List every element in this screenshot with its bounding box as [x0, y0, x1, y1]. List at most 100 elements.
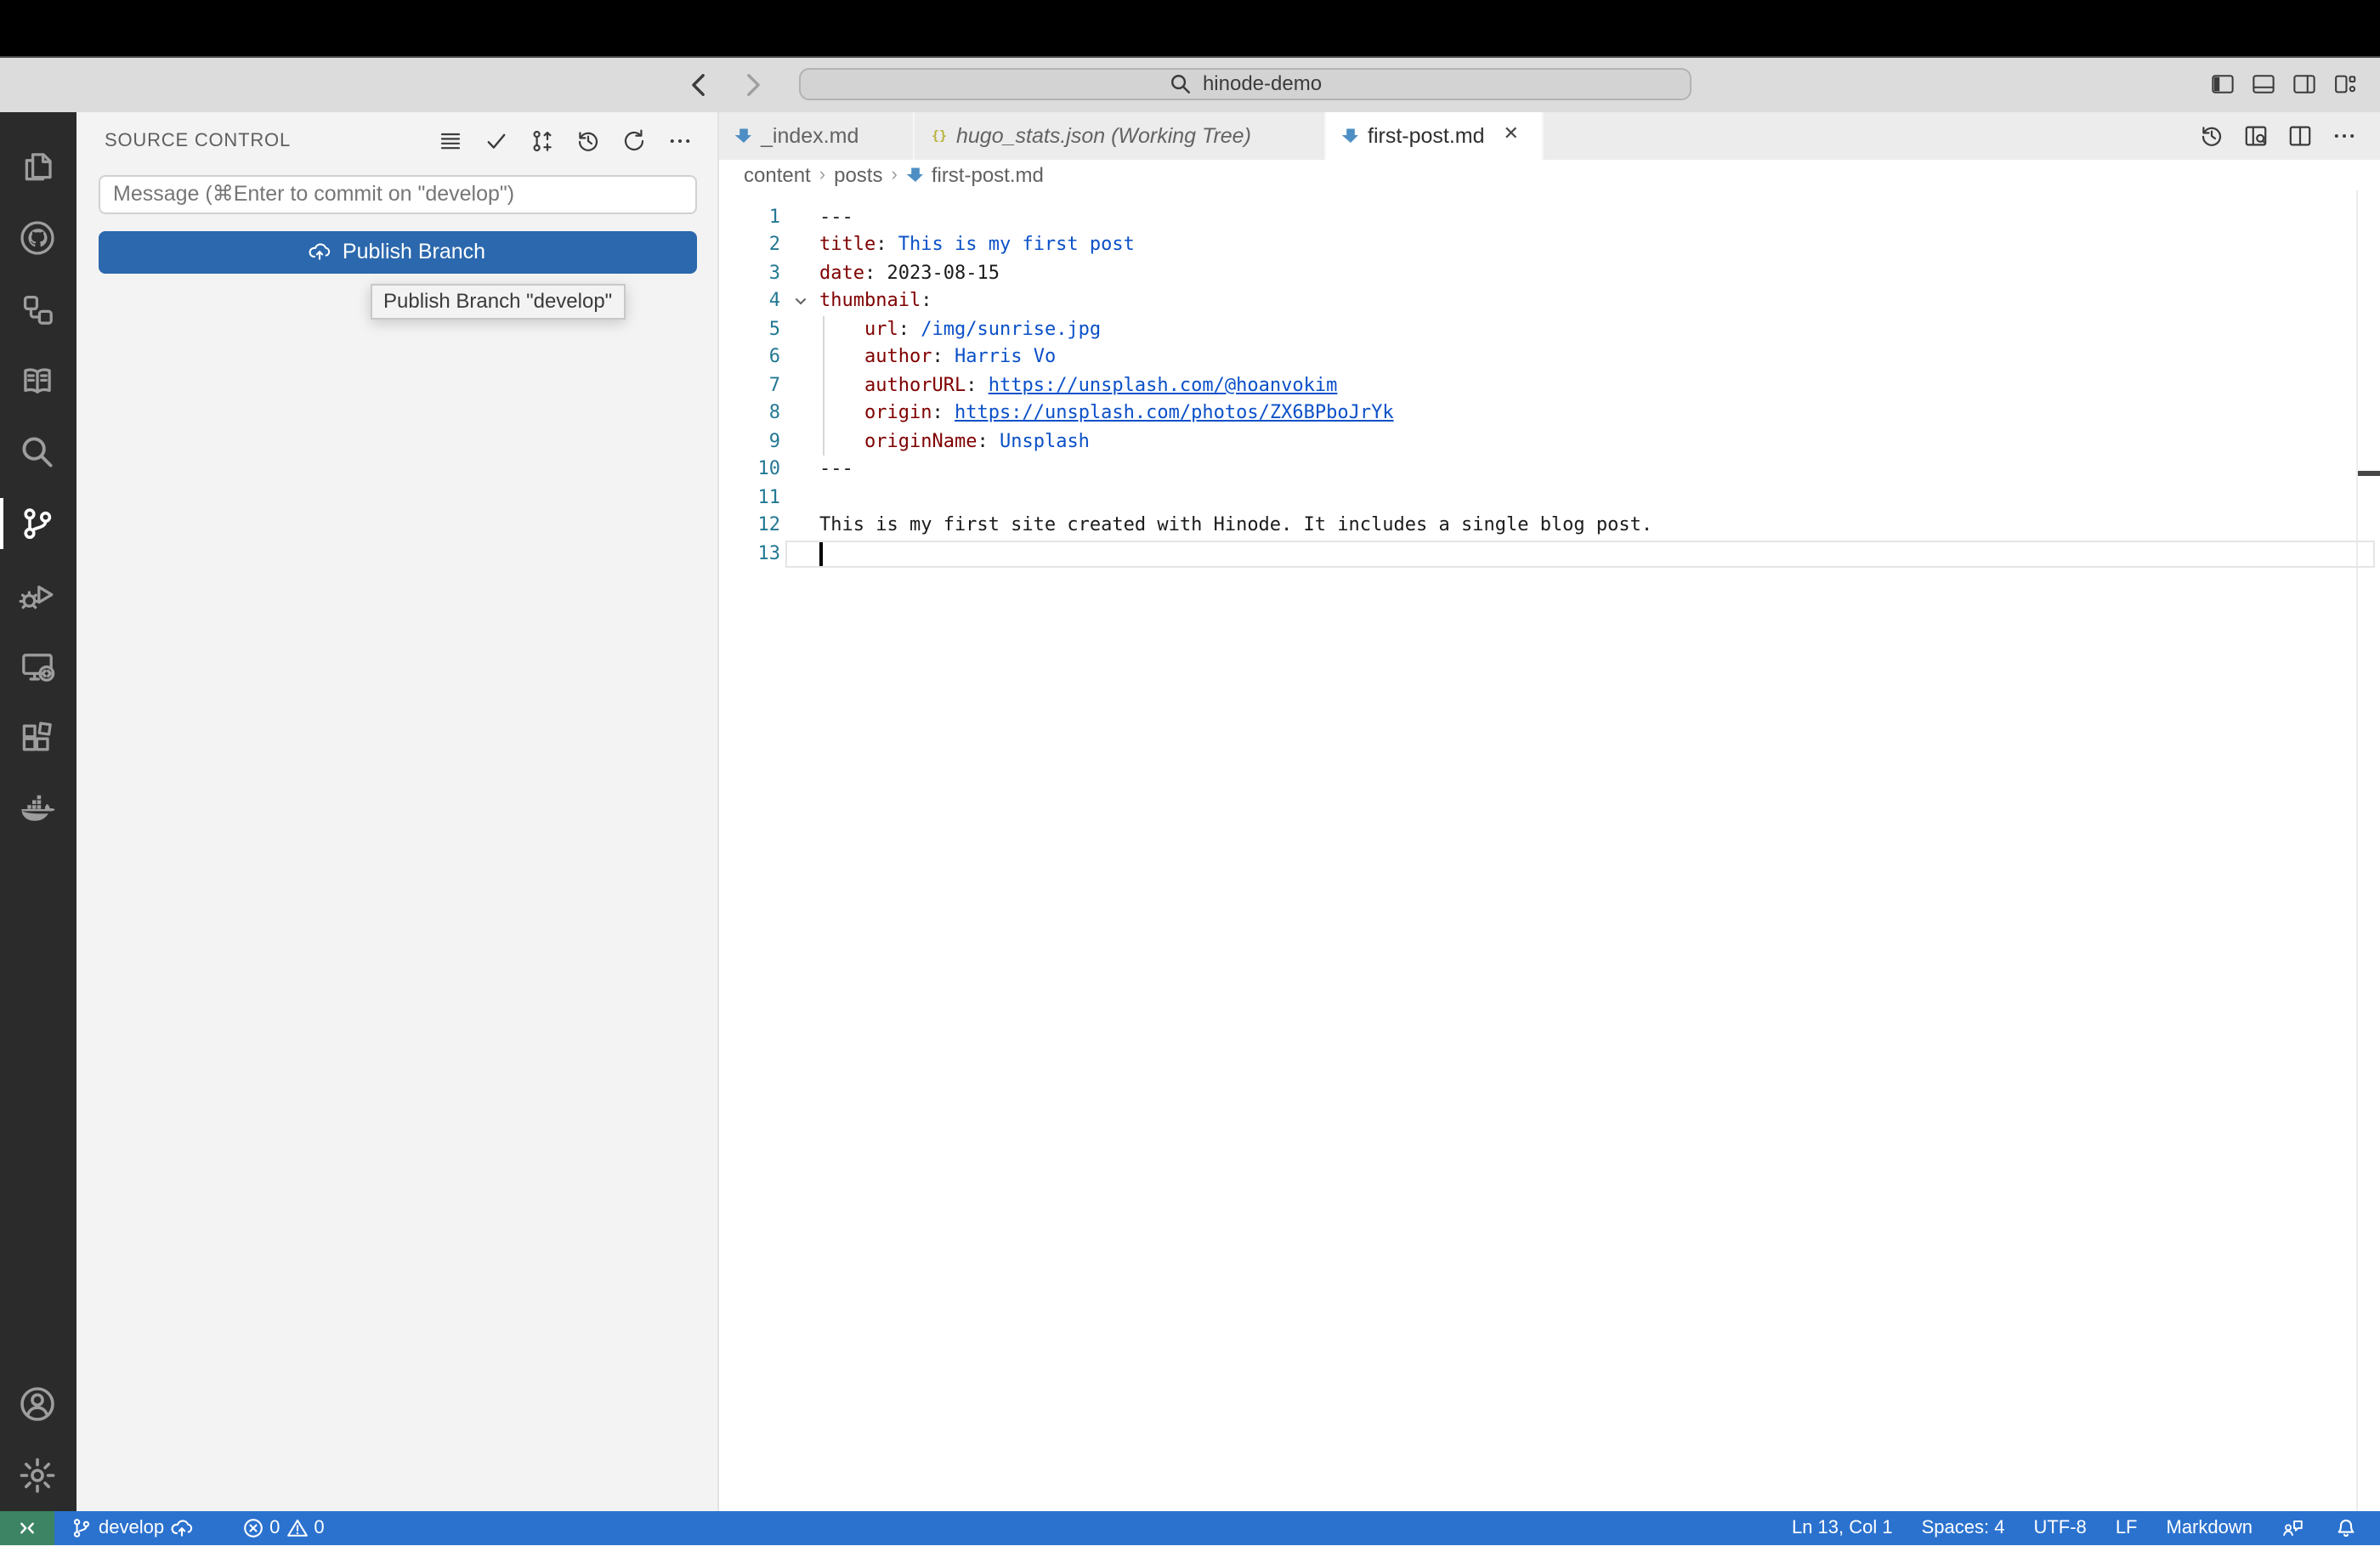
search-icon: [18, 431, 59, 472]
source-control-icon: [18, 502, 59, 543]
line-number: 11: [757, 485, 781, 507]
editor-action-more-icon[interactable]: [2331, 122, 2358, 149]
code-text: author: Harris Vo: [864, 345, 1057, 367]
status-indentation[interactable]: Spaces: 4: [1910, 1511, 2017, 1545]
status-feedback[interactable]: [2270, 1511, 2317, 1545]
workspace-title: hinode-demo: [1202, 71, 1323, 95]
layout-sidebar-right-icon[interactable]: [2292, 71, 2317, 97]
feedback-icon: [2281, 1516, 2305, 1540]
status-label: Ln 13, Col 1: [1791, 1518, 1893, 1538]
editor-tab-bar: _index.md {} hugo_stats.json (Working Tree…: [718, 111, 2380, 159]
code-text: url: /img/sunrise.jpg: [864, 317, 1102, 339]
activity-bar-item-search[interactable]: [0, 416, 76, 487]
line-number: 3: [768, 261, 780, 283]
code-text: thumbnail:: [819, 289, 932, 311]
activity-bar-item-extensions[interactable]: [0, 701, 76, 773]
references-icon: [18, 288, 59, 329]
activity-bar-item-accounts[interactable]: [0, 1368, 76, 1440]
commit-check-icon[interactable]: [482, 127, 509, 155]
command-center-search[interactable]: hinode-demo: [799, 67, 1692, 99]
editor-actions: [2198, 111, 2358, 159]
line-number: 6: [768, 345, 780, 367]
code-line-3: 3 date: 2023-08-15: [718, 259, 2380, 287]
activity-bar-item-docs[interactable]: [0, 344, 76, 416]
more-icon[interactable]: [666, 127, 693, 155]
view-as-list-icon[interactable]: [436, 127, 463, 155]
vscode-window: hinode-demo SOURCE CONTROL Publish Branc…: [0, 0, 2380, 1546]
layout-sidebar-left-icon[interactable]: [2210, 71, 2236, 97]
layout-controls: [2210, 71, 2358, 97]
history-icon[interactable]: [574, 127, 601, 155]
branch-create-icon[interactable]: [528, 127, 555, 155]
source-control-sidebar: SOURCE CONTROL Publish Branch Publish Br…: [76, 111, 718, 1511]
title-bar: hinode-demo: [0, 57, 2380, 111]
activity-bar-item-run-debug[interactable]: [0, 558, 76, 630]
breadcrumb-item-posts[interactable]: posts: [834, 162, 882, 186]
editor-action-open-preview-icon[interactable]: [2242, 122, 2270, 149]
publish-branch-tooltip: Publish Branch "develop": [370, 283, 626, 319]
fold-chevron-icon[interactable]: [780, 293, 819, 310]
line-number: 9: [768, 429, 780, 451]
code-text: authorURL: https://unsplash.com/@hoanvok…: [864, 373, 1338, 395]
activity-bar-item-github[interactable]: [0, 201, 76, 273]
code-text: origin: https://unsplash.com/photos/ZX6B…: [864, 401, 1394, 423]
status-cursor-position[interactable]: Ln 13, Col 1: [1780, 1511, 1905, 1545]
account-icon: [18, 1384, 59, 1424]
debug-icon: [18, 574, 59, 614]
status-notifications[interactable]: [2322, 1511, 2370, 1545]
text-cursor: [819, 541, 822, 565]
activity-bar-item-remote-explorer[interactable]: [0, 630, 76, 701]
code-line-13: 13: [718, 540, 2380, 568]
publish-branch-button[interactable]: Publish Branch: [98, 230, 696, 274]
line-number: 10: [757, 457, 781, 479]
activity-bar-item-settings[interactable]: [0, 1440, 76, 1511]
github-icon: [18, 217, 59, 258]
navigate-forward-button[interactable]: [738, 69, 768, 99]
source-control-toolbar: [436, 127, 693, 155]
macos-menubar-strip: [0, 0, 2380, 57]
editor-content[interactable]: 1 --- 2 title: This is my first post 3 date: …: [718, 190, 2380, 1511]
line-number: 7: [768, 373, 780, 395]
status-language-mode[interactable]: Markdown: [2155, 1511, 2265, 1545]
activity-bar-item-explorer[interactable]: [0, 130, 76, 201]
tab-label: hugo_stats.json (Working Tree): [956, 123, 1251, 147]
json-icon: {}: [929, 126, 948, 144]
status-bar-right: Ln 13, Col 1 Spaces: 4 UTF-8 LF Markdown: [1780, 1511, 2380, 1545]
breadcrumb-item-content[interactable]: content: [744, 162, 811, 186]
tab-first-post.md[interactable]: first-post.md ✕: [1325, 111, 1543, 159]
activity-bar-item-docker[interactable]: [0, 773, 76, 844]
markdown-icon: [906, 165, 925, 184]
docker-icon: [18, 788, 59, 829]
code-line-12: 12 This is my first site created with Hin…: [718, 512, 2380, 540]
editor-action-history-icon[interactable]: [2198, 122, 2225, 149]
branch-status-item[interactable]: develop: [54, 1511, 205, 1545]
cloud-upload-icon: [169, 1516, 193, 1540]
editor-action-split-editor-icon[interactable]: [2286, 122, 2314, 149]
commit-message-input[interactable]: [98, 174, 696, 213]
breadcrumb: content › posts › first-post.md: [718, 159, 2380, 190]
problems-status-item[interactable]: 0 0: [229, 1511, 337, 1545]
svg-text:{}: {}: [931, 128, 946, 144]
markdown-icon: [734, 126, 752, 144]
layout-panel-icon[interactable]: [2251, 71, 2276, 97]
code-line-10: 10 ---: [718, 456, 2380, 484]
code-line-7: 7 authorURL: https://unsplash.com/@hoanv…: [718, 371, 2380, 399]
layout-customize-icon[interactable]: [2332, 71, 2358, 97]
close-icon[interactable]: ✕: [1504, 125, 1519, 144]
activity-bar-spacer: [0, 844, 76, 1368]
activity-bar-item-source-control[interactable]: [0, 487, 76, 558]
editor-group: _index.md {} hugo_stats.json (Working Tree…: [718, 111, 2380, 1511]
breadcrumb-item-file[interactable]: first-post.md: [932, 162, 1044, 186]
status-end-of-line[interactable]: LF: [2104, 1511, 2150, 1545]
tab-hugo_stats.json[interactable]: {} hugo_stats.json (Working Tree): [914, 111, 1325, 159]
remote-indicator[interactable]: [0, 1511, 54, 1545]
code-line-11: 11: [718, 484, 2380, 512]
status-label: Markdown: [2166, 1518, 2253, 1538]
files-icon: [18, 145, 59, 186]
tab-_index.md[interactable]: _index.md: [718, 111, 914, 159]
status-encoding[interactable]: UTF-8: [2021, 1511, 2098, 1545]
cloud-upload-icon: [309, 241, 332, 264]
navigate-back-button[interactable]: [683, 69, 714, 99]
refresh-icon[interactable]: [620, 127, 647, 155]
activity-bar-item-references[interactable]: [0, 273, 76, 344]
